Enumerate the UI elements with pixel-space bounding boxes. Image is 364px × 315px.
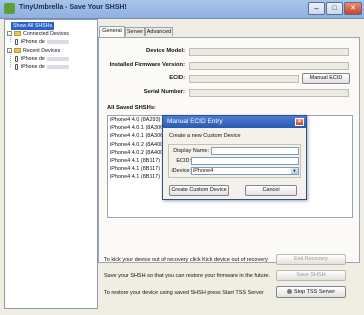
maximize-button[interactable]: □ (326, 2, 343, 15)
iphone-icon (15, 38, 18, 45)
sidebar-item-connected-iphone[interactable]: iPhone de (15, 38, 69, 46)
ecid-value (189, 75, 299, 83)
collapse-icon[interactable]: - (7, 48, 12, 54)
custom-device-group: Display Name: ECID: iDevice: iPhone4 ▼ (168, 144, 301, 178)
stop-tss-label: Stop TSS Server (293, 289, 336, 295)
create-custom-device-button[interactable]: Create Custom Device (169, 185, 229, 196)
ecid-label: ECID: (169, 75, 185, 81)
tab-server[interactable]: Server (125, 27, 145, 36)
collapse-icon[interactable]: - (7, 31, 12, 37)
app-icon (4, 3, 15, 14)
iphone-icon (15, 63, 18, 70)
iphone-icon (15, 55, 18, 62)
manual-ecid-button[interactable]: Manual ECID (302, 73, 350, 84)
dialog-subtitle: Create a new Custom Device (169, 133, 241, 139)
sidebar-item-label: Show All SHSHs (13, 23, 53, 29)
display-name-label: Display Name: (173, 148, 209, 154)
ecid-input[interactable] (191, 157, 299, 165)
window-title: TinyUmbrella - Save Your SHSH! (19, 4, 127, 11)
display-name-input[interactable] (211, 147, 299, 155)
window-titlebar: TinyUmbrella - Save Your SHSH! – □ ✕ (0, 0, 364, 19)
sidebar-item-recent-devices[interactable]: - Recent Devices (7, 47, 60, 55)
sidebar-item-label: iPhone de (21, 56, 45, 62)
exit-recovery-button[interactable]: Exit Recovery (276, 254, 346, 265)
sidebar-item-connected-devices[interactable]: - Connected Devices (7, 30, 69, 38)
redacted-name (46, 39, 69, 44)
serial-number-value (189, 89, 349, 97)
sidebar-item-label: iPhone de (21, 39, 45, 45)
sidebar-item-recent-iphone-1[interactable]: iPhone de (15, 55, 69, 63)
recovery-instruction: To kick your device out of recovery clic… (104, 257, 268, 263)
manual-ecid-dialog: Manual ECID Entry ✕ Create a new Custom … (162, 115, 307, 200)
sidebar-item-show-all[interactable]: Show All SHSHs (11, 22, 55, 30)
folder-icon (14, 48, 21, 54)
sidebar-item-recent-iphone-2[interactable]: iPhone de (15, 63, 69, 71)
redacted-name (46, 64, 69, 69)
redacted-name (46, 56, 69, 61)
dialog-title: Manual ECID Entry (163, 116, 306, 128)
chevron-down-icon[interactable]: ▼ (291, 168, 298, 174)
close-button[interactable]: ✕ (344, 2, 362, 15)
device-model-value (189, 48, 349, 56)
ecid-input-label: ECID: (176, 158, 191, 164)
saved-shsh-title: All Saved SHSHs: (107, 105, 156, 111)
dialog-close-button[interactable]: ✕ (295, 118, 304, 126)
firmware-label: Installed Firmware Version: (109, 62, 185, 68)
sidebar-item-label: Recent Devices (23, 48, 61, 54)
sidebar-item-label: iPhone de (21, 64, 45, 70)
minimize-button[interactable]: – (308, 2, 325, 15)
stop-tss-server-button[interactable]: Stop TSS Server (276, 286, 346, 298)
device-tree[interactable]: Show All SHSHs - Connected Devices iPhone… (4, 19, 98, 309)
device-model-label: Device Model: (146, 48, 185, 54)
save-shsh-button[interactable]: Save SHSH (276, 270, 346, 281)
tab-general[interactable]: General (99, 26, 125, 37)
firmware-value (189, 62, 349, 70)
idevice-label: iDevice: (171, 168, 191, 174)
idevice-selected-value: iPhone4 (193, 168, 214, 174)
stop-icon (286, 289, 292, 295)
serial-number-label: Serial Number: (143, 89, 185, 95)
cancel-button[interactable]: Cancel (245, 185, 297, 196)
idevice-select[interactable]: iPhone4 ▼ (191, 167, 299, 175)
sidebar-item-label: Connected Devices (23, 31, 69, 37)
restore-instruction: To restore your device using saved SHSH … (104, 290, 264, 296)
folder-icon (14, 31, 21, 37)
save-instruction: Save your SHSH so that you can restore y… (104, 273, 270, 279)
tab-advanced[interactable]: Advanced (145, 27, 173, 36)
